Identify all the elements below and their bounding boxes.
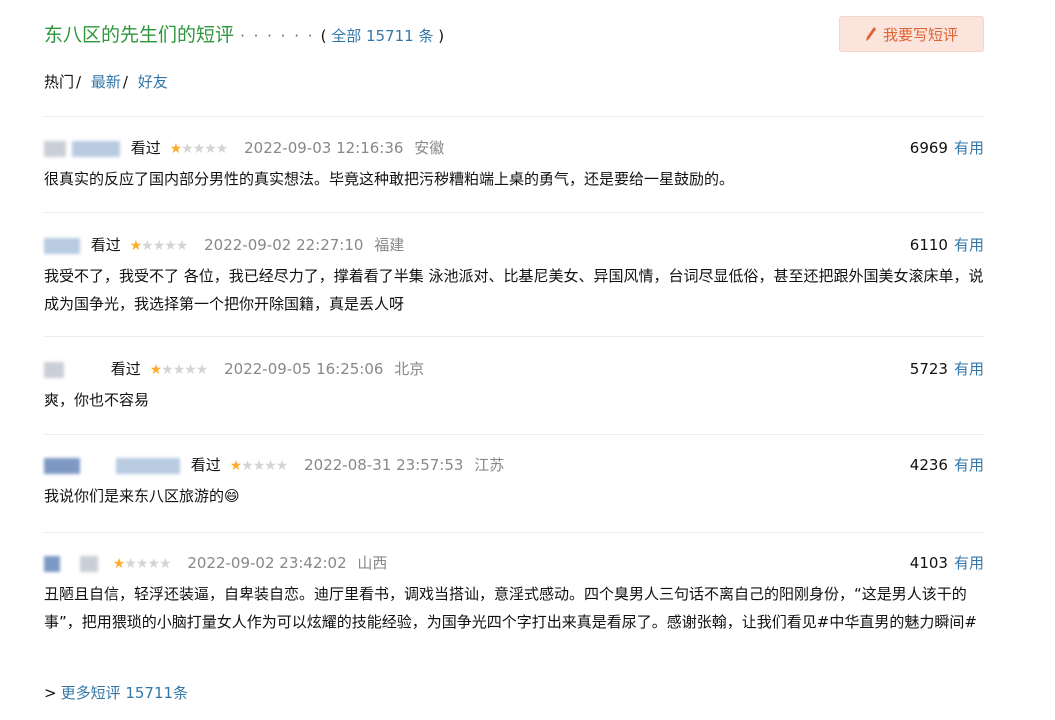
vote-area: 4103 有用 — [910, 552, 984, 573]
vote-area: 6969 有用 — [910, 137, 984, 158]
divider — [44, 212, 984, 213]
vote-count: 4103 — [909, 554, 948, 572]
vote-count: 5723 — [909, 360, 948, 378]
vote-count: 6969 — [909, 139, 948, 157]
sort-tabs: 热门 / 最新 / 好友 — [44, 71, 168, 92]
section-title: 东八区的先生们的短评 · · · · · · ( 全部 15711 条 ) — [44, 20, 444, 47]
tab-latest[interactable]: 最新 — [91, 73, 121, 91]
tab-separator: / — [122, 73, 128, 91]
vote-area: 6110 有用 — [910, 234, 984, 255]
username-redacted[interactable] — [44, 140, 66, 157]
review-text: 爽，你也不容易 — [44, 391, 150, 409]
review-meta: ★★★★★ 2022-09-02 23:42:02 山西 4103 有用 — [44, 552, 984, 578]
review-meta: 看过 ★★★★★ 2022-08-31 23:57:53 江苏 4236 有用 — [44, 454, 984, 480]
review-item: 看过 ★★★★★ 2022-09-03 12:16:36 安徽 6969 有用 很… — [44, 137, 984, 193]
review-meta: 看过 ★★★★★ 2022-09-03 12:16:36 安徽 6969 有用 — [44, 137, 984, 163]
write-review-button[interactable]: 我要写短评 — [839, 16, 984, 52]
review-meta: 看过 ★★★★★ 2022-09-05 16:25:06 北京 5723 有用 — [44, 358, 984, 384]
total-count: ( 全部 15711 条 ) — [321, 27, 445, 45]
review-time: 2022-09-02 23:42:02 — [187, 554, 347, 572]
username-redacted[interactable] — [44, 237, 80, 254]
vote-count: 6110 — [909, 236, 948, 254]
review-location: 安徽 — [414, 139, 445, 157]
count-paren-open: ( — [320, 27, 332, 45]
review-text: 我说你们是来东八区旅游的😄 — [44, 487, 240, 505]
tab-friends[interactable]: 好友 — [138, 73, 168, 91]
review-item: 看过 ★★★★★ 2022-09-05 16:25:06 北京 5723 有用 爽… — [44, 358, 984, 414]
divider — [44, 434, 984, 435]
rating-stars: ★★★★★ — [169, 140, 229, 157]
rating-stars: ★★★★★ — [149, 361, 209, 378]
rating-stars: ★★★★★ — [229, 457, 289, 474]
pencil-icon — [865, 26, 877, 42]
review-location: 山西 — [357, 554, 388, 572]
write-review-label: 我要写短评 — [882, 25, 958, 44]
username-redacted[interactable] — [72, 140, 120, 157]
username-redacted[interactable] — [44, 555, 60, 572]
chevron-right-icon: > — [44, 684, 57, 702]
rating-stars: ★★★★★ — [112, 555, 172, 572]
review-text: 丑陋且自信，轻浮还装逼，自卑装自恋。迪厅里看书，调戏当搭讪，意淫式感动。四个臭男… — [44, 585, 977, 631]
review-status: 看过 — [110, 360, 141, 378]
review-text: 很真实的反应了国内部分男性的真实想法。毕竟这种敢把污秽糟粕端上桌的勇气，还是要给… — [44, 170, 735, 188]
review-status: 看过 — [90, 236, 121, 254]
vote-count: 4236 — [909, 456, 948, 474]
divider — [44, 336, 984, 337]
review-status: 看过 — [130, 139, 161, 157]
review-location: 江苏 — [474, 456, 505, 474]
vote-area: 5723 有用 — [910, 358, 984, 379]
username-redacted[interactable] — [44, 361, 64, 378]
review-location: 北京 — [394, 360, 425, 378]
review-status: 看过 — [190, 456, 221, 474]
review-time: 2022-09-05 16:25:06 — [224, 360, 384, 378]
review-item: ★★★★★ 2022-09-02 23:42:02 山西 4103 有用 丑陋且自… — [44, 552, 984, 636]
vote-area: 4236 有用 — [910, 454, 984, 475]
review-time: 2022-08-31 23:57:53 — [304, 456, 464, 474]
useful-button[interactable]: 有用 — [954, 456, 984, 474]
username-redacted[interactable] — [80, 555, 98, 572]
review-time: 2022-09-02 22:27:10 — [204, 236, 364, 254]
useful-button[interactable]: 有用 — [954, 360, 984, 378]
title-dots: · · · · · · — [240, 27, 315, 45]
username-redacted[interactable] — [116, 457, 180, 474]
review-time: 2022-09-03 12:16:36 — [244, 139, 404, 157]
useful-button[interactable]: 有用 — [954, 554, 984, 572]
divider — [44, 532, 984, 533]
review-item: 看过 ★★★★★ 2022-09-02 22:27:10 福建 6110 有用 我… — [44, 234, 984, 318]
more-reviews-link[interactable]: > 更多短评 15711条 — [44, 682, 188, 703]
rating-stars: ★★★★★ — [129, 237, 189, 254]
review-location: 福建 — [374, 236, 405, 254]
useful-button[interactable]: 有用 — [954, 236, 984, 254]
tab-hot[interactable]: 热门 — [44, 73, 74, 91]
useful-button[interactable]: 有用 — [954, 139, 984, 157]
count-paren-close: ) — [433, 27, 445, 45]
divider — [44, 116, 984, 117]
tab-separator: / — [76, 73, 82, 91]
username-redacted[interactable] — [44, 457, 80, 474]
section-title-text: 东八区的先生们的短评 — [44, 24, 235, 46]
review-item: 看过 ★★★★★ 2022-08-31 23:57:53 江苏 4236 有用 我… — [44, 454, 984, 510]
more-reviews-label: 更多短评 15711条 — [60, 684, 189, 702]
review-meta: 看过 ★★★★★ 2022-09-02 22:27:10 福建 6110 有用 — [44, 234, 984, 260]
comments-header: 东八区的先生们的短评 · · · · · · ( 全部 15711 条 ) 我要… — [44, 16, 1004, 56]
review-text: 我受不了，我受不了 各位，我已经尽力了，撑着看了半集 泳池派对、比基尼美女、异国… — [44, 267, 984, 313]
all-comments-link[interactable]: 全部 15711 条 — [331, 27, 433, 45]
